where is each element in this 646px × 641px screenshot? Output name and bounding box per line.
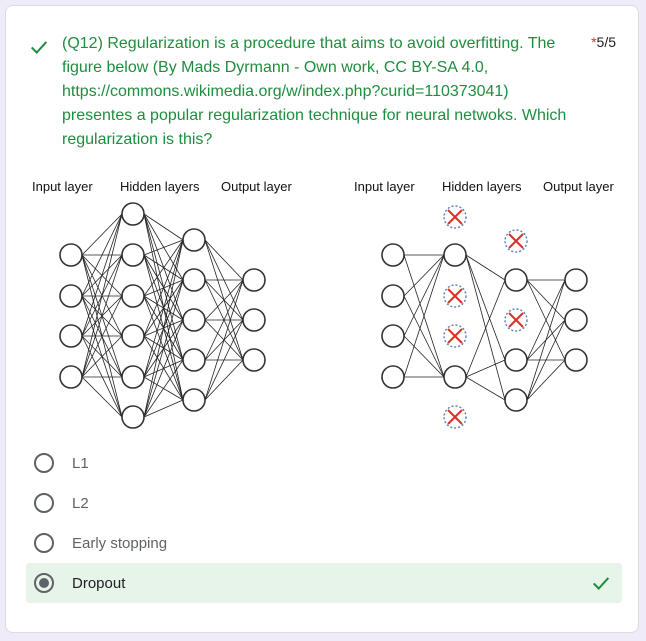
neuron (504, 348, 528, 372)
neuron (242, 348, 266, 372)
left-output-layer-label: Output layer (221, 179, 292, 194)
neuron (182, 388, 206, 412)
neuron (59, 284, 83, 308)
network-edge (403, 254, 445, 337)
score: *5/5 (591, 34, 616, 50)
option-label: Dropout (72, 574, 126, 592)
neuron (242, 268, 266, 292)
network-edge (81, 213, 123, 378)
neuron (121, 405, 145, 429)
network-edge (81, 213, 123, 337)
radio-dropout[interactable] (34, 573, 54, 593)
network-edge (465, 376, 506, 401)
correct-answer-check-icon (592, 577, 610, 590)
network-edge (81, 376, 123, 418)
left-hidden-layers-label: Hidden layers (120, 179, 200, 194)
network-edge (526, 279, 566, 321)
question-card: (Q12) Regularization is a procedure that… (5, 5, 639, 633)
option-label: L2 (72, 494, 89, 512)
network-edge (526, 359, 566, 401)
radio-early-stopping[interactable] (34, 533, 54, 553)
network-edge (204, 359, 244, 401)
neuron (59, 243, 83, 267)
neuron (182, 228, 206, 252)
neural-network-figure: Input layer Hidden layers Output layer I… (32, 179, 614, 429)
network-edge (403, 295, 445, 378)
network-nodes (59, 202, 588, 429)
neuron (504, 388, 528, 412)
neuron (242, 308, 266, 332)
network-edge (465, 254, 506, 361)
neuron (121, 365, 145, 389)
right-hidden-layers-label: Hidden layers (442, 179, 522, 194)
neuron (182, 348, 206, 372)
network-edge (526, 279, 566, 401)
question-text: (Q12) Regularization is a procedure that… (62, 35, 567, 148)
right-network-edges (403, 254, 566, 401)
correct-check-icon (30, 41, 48, 54)
option-label: Early stopping (72, 534, 168, 552)
network-edge (81, 213, 123, 256)
radio-l2[interactable] (34, 493, 54, 513)
network-edge (204, 279, 244, 401)
neuron (443, 243, 467, 267)
option-dropout[interactable]: Dropout (26, 563, 622, 603)
neuron (121, 243, 145, 267)
option-l1[interactable]: L1 (26, 443, 622, 483)
neuron (121, 202, 145, 226)
network-edge (81, 335, 123, 418)
right-output-layer-label: Output layer (543, 179, 614, 194)
radio-l1[interactable] (34, 453, 54, 473)
option-early-stopping[interactable]: Early stopping (26, 523, 622, 563)
score-value: 5/5 (596, 34, 616, 50)
neuron (121, 324, 145, 348)
neuron (564, 308, 588, 332)
option-label: L1 (72, 454, 89, 472)
network-edge (204, 239, 244, 281)
neuron (182, 308, 206, 332)
option-l2[interactable]: L2 (26, 483, 622, 523)
neuron (443, 365, 467, 389)
answer-options: L1 L2 Early stopping Dropout (26, 443, 622, 603)
neuron (564, 348, 588, 372)
right-input-layer-label: Input layer (354, 179, 415, 194)
neuron (59, 365, 83, 389)
neuron (504, 268, 528, 292)
neuron (381, 324, 405, 348)
neuron (381, 365, 405, 389)
left-input-layer-label: Input layer (32, 179, 93, 194)
neuron (59, 324, 83, 348)
neuron (564, 268, 588, 292)
neuron (381, 284, 405, 308)
network-edge (403, 254, 445, 297)
neuron (121, 284, 145, 308)
neuron (381, 243, 405, 267)
neuron (182, 268, 206, 292)
network-edge (403, 335, 445, 378)
left-network-edges (81, 213, 244, 418)
